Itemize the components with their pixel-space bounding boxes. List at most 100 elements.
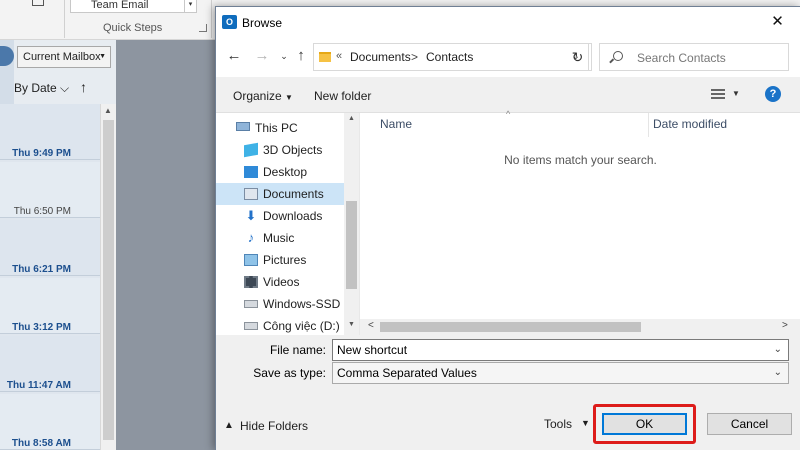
save-as-type-label: Save as type: — [253, 366, 326, 380]
chevron-down-icon[interactable]: ⌄ — [774, 340, 782, 360]
tools-button[interactable]: Tools — [544, 417, 572, 431]
nav-item-pc[interactable]: This PC — [208, 117, 336, 139]
address-overflow[interactable]: « — [336, 50, 342, 62]
navigation-pane: This PC 3D Objects Desktop Documents ⬇ Downlo… — [216, 113, 359, 335]
nav-item-downloads[interactable]: ⬇ Downloads — [216, 205, 344, 227]
save-as-type-row: Save as type: Comma Separated Values ⌄ — [216, 362, 800, 384]
chevron-down-icon: ▼ — [285, 93, 293, 102]
pictures-icon — [244, 254, 258, 266]
message-list: Thu 9:49 PM Thu 6:50 PM Thu 6:21 PM Thu 3:1… — [0, 104, 100, 450]
team-email-label: Team Email — [91, 0, 149, 11]
search-placeholder: Search Contacts — [637, 51, 726, 65]
scroll-up-icon[interactable]: ▲ — [348, 115, 355, 122]
file-name-input[interactable]: New shortcut ⌄ — [332, 339, 789, 361]
breadcrumb-contacts[interactable]: Contacts — [426, 50, 473, 64]
breadcrumb-chevron-icon[interactable]: > — [411, 50, 418, 64]
up-arrow-icon[interactable]: ↑ — [291, 47, 311, 65]
scroll-up-icon[interactable]: ▲ — [104, 106, 112, 115]
message-row[interactable]: Thu 6:50 PM — [0, 162, 100, 218]
view-options-icon[interactable] — [711, 89, 725, 100]
file-name-label: File name: — [269, 343, 326, 357]
organize-label: Organize — [233, 89, 282, 103]
sort-label: By Date — [14, 81, 57, 95]
search-box[interactable]: Search Contacts — [599, 43, 789, 71]
nav-item-desktop[interactable]: Desktop — [216, 161, 344, 183]
pc-icon — [236, 122, 250, 131]
sort-by-date-button[interactable]: By Date ⌵ — [14, 81, 69, 96]
nav-item-label: Công việc (D:) — [263, 319, 340, 333]
column-header-date-modified[interactable]: Date modified — [653, 117, 727, 131]
message-row[interactable]: Thu 11:47 AM — [0, 336, 100, 392]
nav-item-videos[interactable]: Videos — [216, 271, 344, 293]
message-time: Thu 9:49 PM — [12, 148, 71, 159]
save-as-type-select[interactable]: Comma Separated Values ⌄ — [332, 362, 789, 384]
scrollbar-thumb[interactable] — [380, 322, 641, 332]
nav-item-label: Pictures — [263, 253, 307, 267]
message-row[interactable]: Thu 6:21 PM — [0, 220, 100, 276]
address-bar[interactable]: « Documents > Contacts ⌄ — [313, 43, 589, 71]
message-time: Thu 6:50 PM — [13, 206, 71, 217]
scroll-left-icon[interactable]: < — [368, 320, 374, 331]
scrollbar-thumb[interactable] — [103, 120, 114, 440]
tools-dropdown-icon[interactable]: ▼ — [581, 418, 590, 428]
search-icon — [613, 51, 623, 61]
refresh-button[interactable]: ↻ — [564, 43, 592, 71]
file-list: ^ Name Date modified No items match your… — [359, 109, 800, 335]
ribbon-separator — [211, 0, 212, 38]
navigation-pane-scrollbar[interactable]: ▲ ▼ — [344, 113, 359, 335]
cancel-button[interactable]: Cancel — [707, 413, 792, 435]
back-arrow-icon[interactable]: ← — [224, 47, 244, 65]
scroll-down-icon[interactable]: ▼ — [348, 321, 355, 328]
message-time: Thu 8:58 AM — [11, 438, 71, 449]
sort-caret-icon: ^ — [506, 109, 511, 119]
forward-arrow-icon[interactable]: → — [252, 47, 272, 65]
hide-folders-label: Hide Folders — [240, 419, 309, 433]
empty-folder-message: No items match your search. — [504, 153, 657, 167]
help-icon[interactable]: ? — [765, 86, 781, 102]
close-button[interactable]: ✕ — [755, 7, 800, 37]
nav-item-music[interactable]: ♪ Music — [216, 227, 344, 249]
scrollbar-thumb[interactable] — [346, 201, 357, 289]
desktop-icon — [244, 166, 258, 178]
chevron-down-icon: ▼ — [99, 53, 106, 60]
ok-button[interactable]: OK — [602, 413, 687, 435]
nav-item-drive[interactable]: Windows-SSD (C — [216, 293, 344, 315]
message-list-scrollbar[interactable]: ▲ — [100, 104, 116, 450]
nav-item-3d-objects[interactable]: 3D Objects — [216, 139, 344, 161]
breadcrumb-documents[interactable]: Documents — [350, 50, 411, 64]
message-row[interactable]: Thu 8:58 AM — [0, 394, 100, 450]
browse-dialog: O Browse ✕ ← → ⌄ ↑ « Documents > Contact… — [215, 6, 800, 450]
nav-item-drive[interactable]: Công việc (D:) — [216, 315, 344, 337]
nav-item-documents[interactable]: Documents — [216, 183, 344, 205]
rules-icon[interactable] — [32, 0, 44, 6]
quick-steps-group-label: Quick Steps — [103, 22, 163, 34]
chevron-down-icon[interactable]: ⌄ — [774, 363, 782, 383]
quick-step-team-email[interactable]: Team Email ▾ — [70, 0, 197, 13]
view-dropdown-icon[interactable]: ▼ — [732, 89, 740, 98]
dialog-titlebar: O Browse ✕ — [216, 7, 800, 37]
dialog-launcher-icon[interactable] — [199, 24, 207, 32]
message-row[interactable]: Thu 9:49 PM — [0, 104, 100, 160]
nav-item-label: Windows-SSD (C — [263, 297, 344, 311]
documents-icon — [244, 188, 258, 200]
new-folder-button[interactable]: New folder — [314, 89, 371, 103]
nav-item-label: Documents — [263, 187, 324, 201]
search-scope-dropdown[interactable]: Current Mailbox ▼ — [17, 46, 111, 68]
quick-steps-more-icon[interactable]: ▾ — [184, 0, 196, 12]
message-row[interactable]: Thu 3:12 PM — [0, 278, 100, 334]
scroll-right-icon[interactable]: > — [782, 320, 788, 331]
organize-button[interactable]: Organize ▼ — [233, 89, 293, 103]
message-time: Thu 3:12 PM — [12, 322, 71, 333]
save-as-type-value: Comma Separated Values — [337, 366, 477, 380]
file-list-horizontal-scrollbar[interactable]: < > — [360, 319, 800, 335]
refresh-icon: ↻ — [571, 49, 584, 65]
navigation-bar: ← → ⌄ ↑ « Documents > Contacts ⌄ ↻ Searc… — [216, 37, 800, 77]
dialog-title: Browse — [242, 16, 283, 30]
nav-item-pictures[interactable]: Pictures — [216, 249, 344, 271]
column-divider[interactable] — [648, 113, 649, 137]
column-header-name[interactable]: Name — [380, 117, 412, 131]
drive-icon — [244, 300, 258, 308]
sort-direction-icon[interactable]: ↑ — [80, 79, 87, 95]
message-time: Thu 11:47 AM — [6, 380, 71, 391]
downloads-icon: ⬇ — [245, 208, 257, 223]
